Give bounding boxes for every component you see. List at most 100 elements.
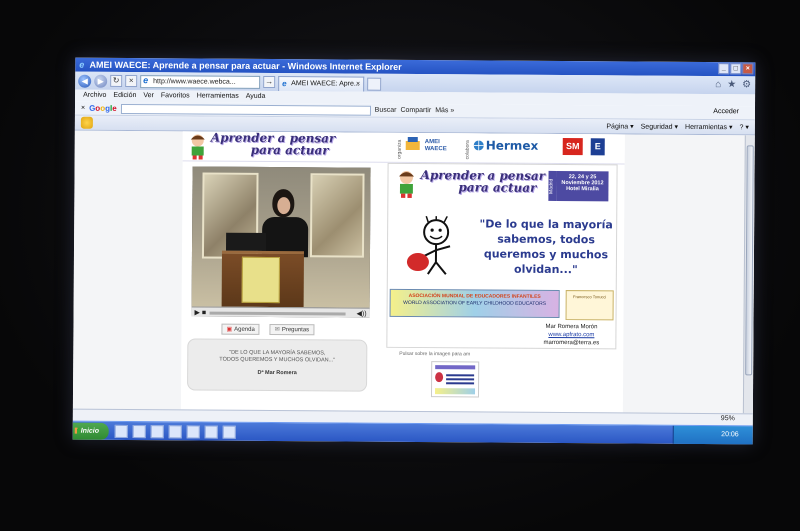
- volume-icon[interactable]: ◀)): [356, 310, 366, 318]
- speaker-face: [277, 197, 291, 215]
- poster-date: 22, 24 y 25 Noviembre 2012 Hotel Miralia: [556, 170, 609, 202]
- colabora-label: colabora: [464, 140, 471, 160]
- poster-quote: "De lo que la mayoría sabemos, todos que…: [479, 217, 613, 277]
- child-doodle-icon: [406, 215, 451, 275]
- poster-city: Madrid: [548, 170, 557, 201]
- more-button[interactable]: Más »: [435, 107, 454, 114]
- podium-poster: [241, 256, 280, 304]
- laptop: [225, 232, 267, 251]
- taskbar-icon[interactable]: [150, 425, 164, 439]
- tools-menu[interactable]: Herramientas ▾: [685, 123, 733, 131]
- page-content: Aprender a pensar para actuar organiza A…: [180, 130, 625, 413]
- poster-title: Aprender a pensar para actuar: [420, 168, 546, 195]
- address-bar[interactable]: http://www.waece.webca...: [140, 74, 261, 89]
- menu-archivo[interactable]: Archivo: [83, 90, 106, 102]
- painting-right: [309, 173, 365, 258]
- contact-info: Mar Romera Morón www.apfrato.com marrome…: [531, 323, 611, 352]
- help-menu[interactable]: ? ▾: [739, 123, 748, 131]
- hermex-globe-icon: [473, 140, 484, 151]
- google-toolbar-close-icon[interactable]: ×: [81, 105, 85, 112]
- browser-right-icons: ⌂ ★ ⚙: [715, 79, 751, 90]
- taskbar-icon[interactable]: [186, 425, 200, 439]
- menu-ayuda[interactable]: Ayuda: [246, 91, 266, 103]
- taskbar: Inicio 20:06: [72, 420, 753, 445]
- menu-favoritos[interactable]: Favoritos: [161, 90, 190, 102]
- taskbar-icon[interactable]: [168, 425, 182, 439]
- favorites-star-icon[interactable]: ★: [727, 79, 736, 90]
- home-icon[interactable]: ⌂: [715, 79, 721, 90]
- menu-ver[interactable]: Ver: [143, 90, 154, 102]
- thumbnail-caption: Pulsar sobre la imagen para am: [399, 350, 471, 358]
- hermex-logo[interactable]: Hermex: [486, 138, 539, 152]
- organiza-label: organiza: [396, 139, 403, 159]
- sm-logo[interactable]: SM: [562, 138, 583, 156]
- quote-box: "DE LO QUE LA MAYORÍA SABEMOS, TODOS QUE…: [187, 338, 368, 392]
- video-buttons: ▣ Agenda ✉ Preguntas: [221, 323, 315, 336]
- quote-text: "DE LO QUE LA MAYORÍA SABEMOS, TODOS QUE…: [219, 349, 336, 364]
- quote-author: Dª Mar Romera: [257, 369, 297, 377]
- refresh-button[interactable]: ↻: [110, 74, 123, 87]
- banner-title: Aprender a pensar para actuar: [210, 130, 336, 158]
- command-items: Página ▾ Seguridad ▾ Herramientas ▾ ? ▾: [606, 122, 749, 131]
- taskbar-icon[interactable]: [204, 425, 218, 439]
- pdf-icon: ▣: [226, 326, 233, 333]
- gear-icon[interactable]: ⚙: [742, 79, 751, 90]
- video-seek-bar[interactable]: [209, 311, 346, 316]
- association-banner: ASOCIACIÓN MUNDIAL DE EDUCADORES INFANTI…: [389, 288, 560, 319]
- kid-illustration-icon: [190, 134, 205, 160]
- security-menu[interactable]: Seguridad ▾: [641, 123, 678, 131]
- stop-button[interactable]: ×: [125, 74, 138, 88]
- taskbar-icon[interactable]: [114, 424, 128, 439]
- menu-edicion[interactable]: Edición: [113, 90, 136, 102]
- window-title: AMEI WAECE: Aprende a pensar para actuar…: [89, 59, 402, 72]
- google-logo: Google: [89, 103, 117, 113]
- go-button[interactable]: →: [263, 75, 276, 89]
- start-button[interactable]: Inicio: [72, 422, 109, 440]
- amei-logo-icon: [405, 136, 420, 151]
- contact-email: marromera@terra.es: [543, 339, 600, 347]
- taskbar-icon[interactable]: [132, 425, 146, 439]
- favorites-icon[interactable]: [80, 116, 93, 129]
- tab-title: AMEI WAECE: Apre...: [291, 79, 360, 88]
- agenda-button[interactable]: ▣ Agenda: [221, 323, 260, 335]
- video-frame: [191, 166, 371, 308]
- eb-logo[interactable]: E: [590, 138, 605, 156]
- google-search-button[interactable]: Buscar: [375, 107, 397, 114]
- event-poster[interactable]: Aprender a pensar para actuar Madrid 22,…: [386, 162, 618, 352]
- poster-thumbnail[interactable]: [430, 361, 480, 398]
- menu-herramientas[interactable]: Herramientas: [197, 90, 239, 102]
- video-player[interactable]: ▶ ■ ◀)): [191, 166, 371, 318]
- play-pause-button[interactable]: ▶ ■: [195, 308, 207, 316]
- monitor-photo: e AMEI WAECE: Aprende a pensar para actu…: [0, 0, 800, 531]
- maximize-button[interactable]: □: [730, 63, 742, 75]
- amei-logo[interactable]: [405, 136, 421, 153]
- page-menu[interactable]: Página ▾: [606, 122, 633, 130]
- book-image: Francesco Tonucci: [565, 290, 614, 321]
- minimize-button[interactable]: _: [718, 63, 730, 75]
- video-controls: ▶ ■ ◀)): [191, 306, 370, 318]
- clock[interactable]: 20:06: [721, 431, 739, 438]
- system-tray: 20:06: [672, 425, 753, 445]
- preguntas-button[interactable]: ✉ Preguntas: [269, 323, 315, 336]
- sign-in-link[interactable]: Acceder: [713, 108, 739, 115]
- screen: e AMEI WAECE: Aprende a pensar para actu…: [72, 57, 756, 445]
- close-button[interactable]: ×: [742, 63, 754, 75]
- ie-icon: e: [79, 59, 85, 70]
- window-controls: _ □ ×: [718, 63, 754, 75]
- back-button[interactable]: ◀: [78, 74, 92, 88]
- header-banner: Aprender a pensar para actuar organiza A…: [182, 130, 625, 165]
- kid-illustration-icon: [398, 171, 415, 198]
- zoom-level[interactable]: 95%: [721, 415, 735, 422]
- quick-launch: [114, 424, 236, 439]
- google-search-input[interactable]: [120, 103, 371, 116]
- browser-tab[interactable]: AMEI WAECE: Apre... ×: [278, 75, 365, 92]
- tab-close-icon[interactable]: ×: [356, 77, 360, 91]
- scrollbar-thumb[interactable]: [745, 145, 754, 376]
- new-tab-button[interactable]: [367, 77, 382, 91]
- mail-icon: ✉: [274, 327, 280, 334]
- taskbar-icon[interactable]: [222, 425, 236, 439]
- share-button[interactable]: Compartir: [400, 107, 431, 114]
- forward-button[interactable]: ▶: [94, 74, 108, 88]
- amei-logo-text: AMEI WAECE: [424, 139, 447, 153]
- vertical-scrollbar[interactable]: [742, 135, 755, 414]
